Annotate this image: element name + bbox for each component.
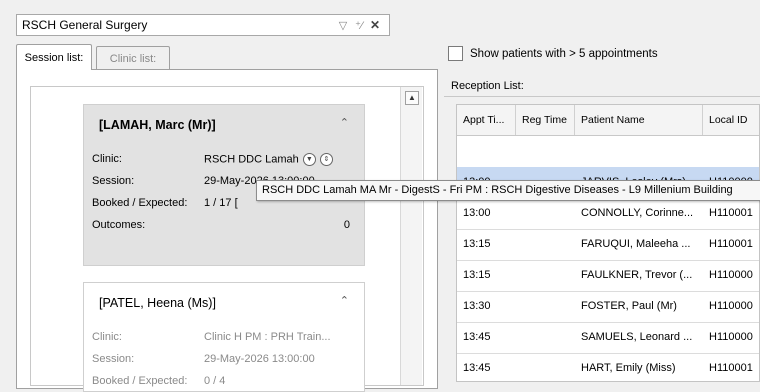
tab-clinic-list-label: Clinic list:: [109, 52, 157, 65]
tab-session-list[interactable]: Session list:: [16, 44, 92, 70]
service-combobox[interactable]: RSCH General Surgery ▽ ⁺⁄ ✕: [16, 14, 390, 36]
show-patients-checkbox[interactable]: Show patients with > 5 appointments: [448, 46, 658, 61]
clinic-value-wrap: RSCH DDC Lamah ▼ ⇕: [204, 153, 333, 166]
checkbox-box[interactable]: [448, 46, 463, 61]
tab-session-list-label: Session list:: [24, 51, 84, 64]
session-list-scrollbar[interactable]: ▲: [400, 87, 422, 385]
table-row[interactable]: 13:45 HART, Emily (Miss) H110001: [457, 353, 759, 381]
session-card-title: [LAMAH, Marc (Mr)]: [99, 118, 216, 132]
session-card-title: [PATEL, Heena (Ms)]: [99, 296, 216, 310]
chevron-up-icon[interactable]: ⌃: [340, 116, 349, 129]
expand-circle-icon[interactable]: ⇕: [319, 153, 333, 166]
service-combobox-value: RSCH General Surgery: [22, 18, 148, 32]
grid-header: Appt Ti... Reg Time Patient Name Local I…: [457, 105, 759, 136]
patient-name-cell: HART, Emily (Miss): [581, 362, 676, 374]
patient-name-cell: FAULKNER, Trevor (...: [581, 269, 693, 281]
appt-time-cell: 13:45: [463, 362, 491, 374]
booked-label: Booked / Expected:: [92, 375, 188, 387]
clinic-value: Clinic H PM : PRH Train...: [204, 331, 331, 343]
booked-value: 1 / 17 [: [204, 197, 238, 209]
session-label: Session:: [92, 353, 135, 365]
close-icon[interactable]: ✕: [367, 18, 383, 32]
session-label: Session:: [92, 175, 135, 187]
session-card-patel[interactable]: [PATEL, Heena (Ms)] ⌃ Clinic: Clinic H P…: [83, 282, 365, 392]
appt-time-cell: 13:15: [463, 269, 491, 281]
clinic-tooltip: RSCH DDC Lamah MA Mr - DigestS - Fri PM …: [256, 180, 760, 201]
column-header-patient-name[interactable]: Patient Name: [575, 105, 703, 135]
outcomes-label: Outcomes:: [92, 219, 146, 231]
patient-name-cell: SAMUELS, Leonard ...: [581, 331, 693, 343]
appt-time-cell: 13:15: [463, 238, 491, 250]
filter-icon[interactable]: ▽: [335, 19, 351, 32]
patient-name-cell: FOSTER, Paul (Mr): [581, 300, 677, 312]
column-header-local-id[interactable]: Local ID: [703, 105, 759, 135]
patient-name-cell: FARUQUI, Maleeha ...: [581, 238, 691, 250]
local-id-cell: H110001: [709, 238, 753, 250]
tab-clinic-list[interactable]: Clinic list:: [96, 46, 170, 70]
filter-circle-icon[interactable]: ▼: [302, 153, 316, 166]
table-row[interactable]: [457, 136, 759, 168]
local-id-cell: H110000: [709, 331, 753, 343]
table-row[interactable]: 13:30 FOSTER, Paul (Mr) H110000: [457, 291, 759, 323]
local-id-cell: H110001: [709, 362, 753, 374]
booked-label: Booked / Expected:: [92, 197, 188, 209]
table-row[interactable]: 13:15 FAULKNER, Trevor (... H110000: [457, 260, 759, 292]
table-row[interactable]: 13:15 FARUQUI, Maleeha ... H110001: [457, 229, 759, 261]
pin-icon[interactable]: ⁺⁄: [351, 19, 367, 32]
appt-time-cell: 13:45: [463, 331, 491, 343]
appt-time-cell: 13:30: [463, 300, 491, 312]
outcomes-value: 0: [343, 219, 350, 231]
clinic-label: Clinic:: [92, 331, 122, 343]
booked-value: 0 / 4: [204, 375, 226, 387]
checkbox-label: Show patients with > 5 appointments: [470, 47, 658, 60]
clinic-label: Clinic:: [92, 153, 122, 165]
reception-grid: Appt Ti... Reg Time Patient Name Local I…: [456, 104, 760, 382]
local-id-cell: H110000: [709, 269, 753, 281]
chevron-up-icon[interactable]: ⌃: [340, 294, 349, 307]
local-id-cell: H110000: [709, 300, 753, 312]
session-value: 29-May-2026 13:00:00: [204, 353, 315, 365]
appt-time-cell: 13:00: [463, 207, 491, 219]
divider: [444, 96, 760, 97]
scroll-up-icon[interactable]: ▲: [405, 91, 419, 105]
table-row[interactable]: 13:45 SAMUELS, Leonard ... H110000: [457, 322, 759, 354]
reception-list-label: Reception List:: [451, 80, 524, 92]
column-header-reg-time[interactable]: Reg Time: [516, 105, 575, 135]
table-row[interactable]: 13:00 CONNOLLY, Corinne... H110001: [457, 198, 759, 230]
patient-name-cell: CONNOLLY, Corinne...: [581, 207, 694, 219]
local-id-cell: H110001: [709, 207, 753, 219]
column-header-appt-time[interactable]: Appt Ti...: [457, 105, 516, 135]
clinic-value: RSCH DDC Lamah: [204, 153, 299, 166]
